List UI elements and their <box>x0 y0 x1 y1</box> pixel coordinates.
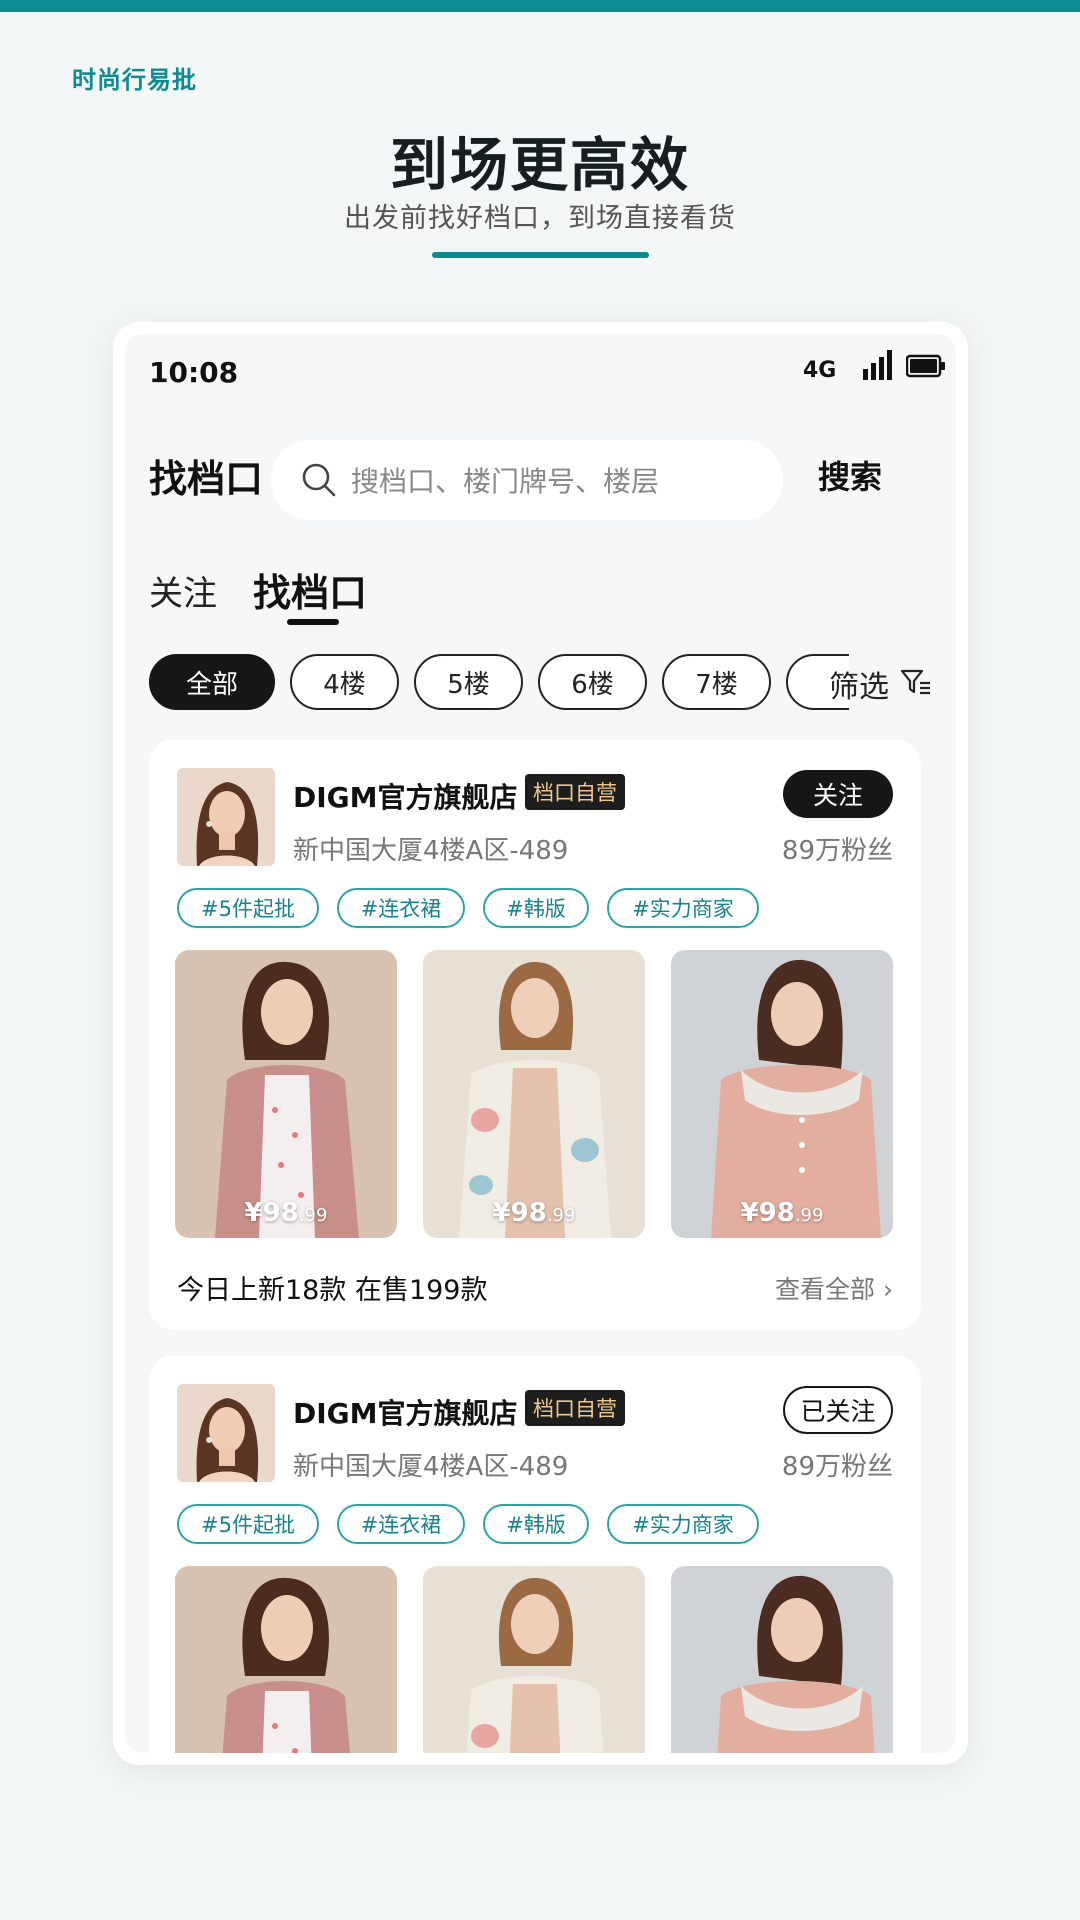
tab-active-indicator <box>287 619 339 625</box>
store-summary: 今日上新18款 在售199款 <box>177 1275 488 1306</box>
product-card[interactable] <box>423 1566 645 1753</box>
store-card[interactable]: DIGM官方旗舰店 档口自营 新中国大厦4楼A区-489 89万粉丝 关注 #5… <box>149 740 921 1330</box>
store-tag[interactable]: #韩版 <box>483 888 589 928</box>
product-card[interactable] <box>671 1566 893 1753</box>
product-image <box>175 1566 397 1753</box>
product-image <box>423 1566 645 1753</box>
filter-icon[interactable] <box>900 668 932 696</box>
battery-icon <box>906 354 945 378</box>
search-input[interactable]: 搜档口、楼门牌号、楼层 <box>271 440 783 520</box>
hero-title: 到场更高效 <box>389 131 690 199</box>
signal-icon <box>863 350 892 380</box>
chip-all[interactable]: 全部 <box>149 654 275 710</box>
store-tag[interactable]: #实力商家 <box>607 888 759 928</box>
store-name[interactable]: DIGM官方旗舰店 <box>293 776 518 816</box>
view-all-link[interactable]: 查看全部 › <box>775 1270 893 1306</box>
chip-floor-5[interactable]: 5楼 <box>414 654 523 710</box>
chip-floor-7[interactable]: 7楼 <box>662 654 771 710</box>
chip-floor-4[interactable]: 4楼 <box>290 654 399 710</box>
phone-frame: 10:08 4G 找档口 搜档口、楼门牌号、楼层 搜索 关注 找档口 全部 4楼… <box>113 322 968 1765</box>
product-price: ¥98.99 <box>740 1198 824 1228</box>
store-tag[interactable]: #连衣裙 <box>337 1504 465 1544</box>
tab-follow[interactable]: 关注 <box>149 566 217 615</box>
network-type: 4G <box>803 358 837 383</box>
search-icon <box>302 463 336 497</box>
search-button[interactable]: 搜索 <box>818 452 882 498</box>
status-time: 10:08 <box>149 356 239 389</box>
product-card[interactable] <box>175 1566 397 1753</box>
top-accent-bar <box>0 0 1080 12</box>
product-card[interactable]: ¥98.99 <box>671 950 893 1238</box>
store-fans-count: 89万粉丝 <box>781 1452 893 1482</box>
store-address: 新中国大厦4楼A区-489 <box>293 1452 569 1482</box>
store-tag[interactable]: #连衣裙 <box>337 888 465 928</box>
store-fans-count: 89万粉丝 <box>781 836 893 866</box>
hero-underline <box>432 252 649 258</box>
floor-filter-chips: 全部 4楼 5楼 6楼 7楼 <box>149 654 849 710</box>
chevron-right-icon: › <box>883 1275 893 1304</box>
store-card[interactable]: DIGM官方旗舰店 档口自营 新中国大厦4楼A区-489 89万粉丝 已关注 #… <box>149 1356 921 1753</box>
product-price: ¥98.99 <box>244 1198 328 1228</box>
followed-button[interactable]: 已关注 <box>783 1386 893 1434</box>
hero-subtitle: 出发前找好档口，到场直接看货 <box>344 203 736 234</box>
product-image <box>423 950 645 1238</box>
search-placeholder: 搜档口、楼门牌号、楼层 <box>351 465 660 498</box>
phone-screen: 10:08 4G 找档口 搜档口、楼门牌号、楼层 搜索 关注 找档口 全部 4楼… <box>125 334 956 1753</box>
store-name[interactable]: DIGM官方旗舰店 <box>293 1392 518 1432</box>
self-operated-badge: 档口自营 <box>525 1390 625 1426</box>
filter-button[interactable]: 筛选 <box>829 662 889 706</box>
store-address: 新中国大厦4楼A区-489 <box>293 836 569 866</box>
store-avatar[interactable] <box>177 1384 275 1482</box>
product-card[interactable]: ¥98.99 <box>175 950 397 1238</box>
store-avatar[interactable] <box>177 768 275 866</box>
brand-label: 时尚行易批 <box>72 66 197 94</box>
product-gallery: ¥98.99 ¥98.99 ¥98.99 <box>175 950 895 1238</box>
store-tag[interactable]: #5件起批 <box>177 888 319 928</box>
product-gallery <box>175 1566 895 1753</box>
chip-floor-6[interactable]: 6楼 <box>538 654 647 710</box>
store-tag[interactable]: #5件起批 <box>177 1504 319 1544</box>
product-price: ¥98.99 <box>492 1198 576 1228</box>
product-image <box>671 1566 893 1753</box>
product-card[interactable]: ¥98.99 <box>423 950 645 1238</box>
store-tag[interactable]: #实力商家 <box>607 1504 759 1544</box>
follow-button[interactable]: 关注 <box>783 770 893 818</box>
product-image <box>175 950 397 1238</box>
product-image <box>671 950 893 1238</box>
page-title: 找档口 <box>149 457 264 501</box>
store-tag[interactable]: #韩版 <box>483 1504 589 1544</box>
self-operated-badge: 档口自营 <box>525 774 625 810</box>
tab-find-stall[interactable]: 找档口 <box>253 562 367 617</box>
